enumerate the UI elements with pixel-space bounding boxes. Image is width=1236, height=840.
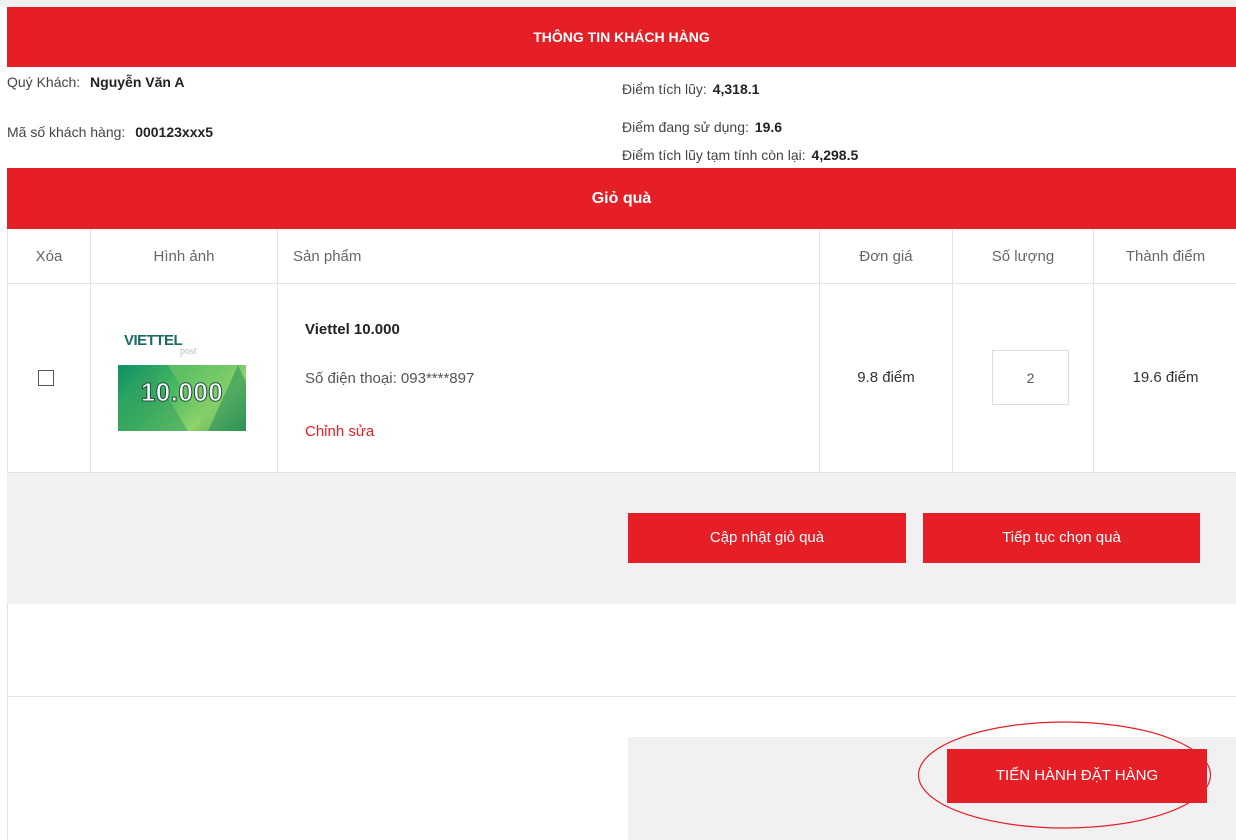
edit-link[interactable]: Chỉnh sửa bbox=[305, 423, 374, 440]
line-total: 19.6 điểm bbox=[1132, 369, 1199, 386]
column-header-image: Hình ảnh bbox=[91, 229, 278, 284]
quantity-cell bbox=[953, 284, 1094, 472]
delete-checkbox[interactable] bbox=[38, 370, 54, 386]
phone-value: 093****897 bbox=[400, 370, 475, 387]
cart-title: Giỏ quà bbox=[591, 190, 652, 207]
continue-shopping-button[interactable]: Tiếp tục chọn quà bbox=[923, 513, 1200, 563]
customer-info-panel: Quý Khách: Nguyễn Văn A Mã số khách hàng… bbox=[0, 67, 1236, 168]
product-name: Viettel 10.000 bbox=[305, 321, 400, 338]
product-info-cell: Viettel 10.000 Số điện thoại: 093****897… bbox=[278, 284, 820, 472]
total-cell: 19.6 điểm bbox=[1094, 284, 1236, 472]
points-label: Điểm tích lũy: bbox=[622, 81, 707, 97]
viettel-sub-text: post bbox=[180, 346, 197, 357]
points-row: Điểm tích lũy: 4,318.1 bbox=[622, 81, 759, 97]
card-artwork: 10.000 bbox=[118, 365, 246, 431]
column-header-unit-price: Đơn giá bbox=[820, 229, 953, 284]
viettel-logo: VIETTEL post bbox=[124, 328, 244, 364]
viettel-brand-text: VIETTEL bbox=[124, 332, 183, 349]
column-header-delete: Xóa bbox=[8, 229, 91, 284]
product-image-cell: VIETTEL post 10.000 bbox=[91, 284, 278, 472]
customer-name-value: Nguyễn Văn A bbox=[90, 74, 185, 90]
update-cart-button[interactable]: Cập nhật giỏ quà bbox=[628, 513, 906, 563]
remaining-points-row: Điểm tích lũy tạm tính còn lại: 4,298.5 bbox=[622, 147, 858, 163]
cart-table: Xóa Hình ảnh Sản phẩm Đơn giá Số lượng T… bbox=[7, 229, 1236, 473]
checkout-button[interactable]: TIẾN HÀNH ĐẶT HÀNG bbox=[947, 749, 1207, 803]
customer-name-row: Quý Khách: Nguyễn Văn A bbox=[7, 74, 184, 90]
using-points-row: Điểm đang sử dụng: 19.6 bbox=[622, 119, 782, 135]
customer-id-label: Mã số khách hàng: bbox=[7, 124, 126, 140]
using-points-label: Điểm đang sử dụng: bbox=[622, 119, 749, 135]
remaining-points-label: Điểm tích lũy tạm tính còn lại: bbox=[622, 147, 806, 163]
card-value-text: 10.000 bbox=[140, 377, 224, 408]
table-row bbox=[8, 284, 91, 472]
column-header-quantity: Số lượng bbox=[953, 229, 1094, 284]
customer-info-title: THÔNG TIN KHÁCH HÀNG bbox=[533, 29, 710, 45]
quantity-input[interactable] bbox=[992, 350, 1069, 405]
unit-price: 9.8 điểm bbox=[857, 369, 915, 386]
column-header-total: Thành điểm bbox=[1094, 229, 1236, 284]
customer-id-value: 000123xxx5 bbox=[135, 124, 214, 140]
unit-price-cell: 9.8 điểm bbox=[820, 284, 953, 472]
cart-actions: Cập nhật giỏ quà Tiếp tục chọn quà bbox=[7, 473, 1236, 604]
phone-row: Số điện thoại: 093****897 bbox=[305, 370, 474, 387]
points-value: 4,318.1 bbox=[712, 81, 760, 97]
left-border bbox=[7, 604, 8, 840]
column-header-product: Sản phẩm bbox=[278, 229, 820, 284]
remaining-points-value: 4,298.5 bbox=[811, 147, 859, 163]
cart-header: Giỏ quà bbox=[7, 168, 1236, 229]
customer-info-header: THÔNG TIN KHÁCH HÀNG bbox=[7, 7, 1236, 67]
customer-name-label: Quý Khách: bbox=[7, 74, 81, 90]
using-points-value: 19.6 bbox=[754, 119, 783, 135]
product-image: VIETTEL post 10.000 bbox=[118, 325, 246, 431]
top-strip bbox=[0, 0, 1236, 7]
customer-id-row: Mã số khách hàng: 000123xxx5 bbox=[7, 124, 213, 140]
divider bbox=[7, 696, 1236, 697]
phone-label: Số điện thoại: bbox=[305, 370, 397, 387]
checkout-panel: TIẾN HÀNH ĐẶT HÀNG bbox=[628, 737, 1236, 840]
